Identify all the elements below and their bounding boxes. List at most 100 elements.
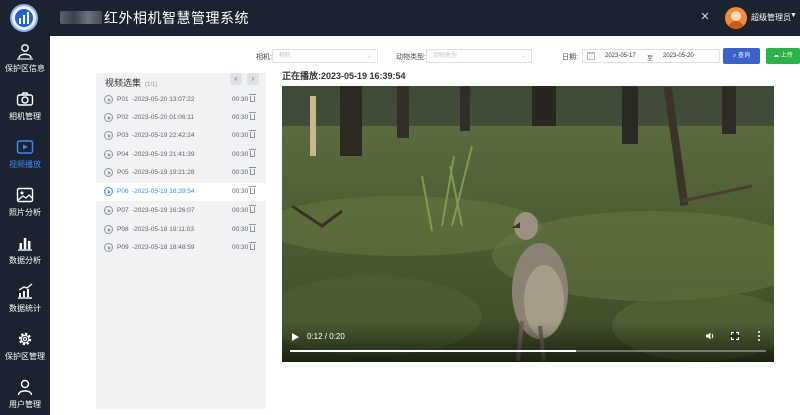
item-time: -2023-05-18 18:48:59 [132,244,195,251]
date-range-picker[interactable]: 2023-05-17 至 2023-05-20 [582,49,720,63]
sidebar-item-label: 数据统计 [9,304,41,313]
play-circle-icon [104,131,113,140]
trash-icon[interactable] [249,112,256,120]
item-code: P08 [117,226,129,233]
date-end[interactable]: 2023-05-20 [663,53,694,59]
chevron-down-icon: ⌄ [520,53,526,59]
item-code: P07 [117,207,129,214]
play-icon[interactable] [292,333,299,341]
item-code: P02 [117,114,129,121]
now-playing-title: 正在播放:2023-05-19 16:39:54 [282,71,406,81]
item-duration: 00:30 [232,226,249,233]
item-duration: 00:30 [232,151,249,158]
more-options-icon[interactable] [758,331,760,341]
item-time: -2023-05-19 16:39:54 [132,188,195,195]
playlist-item[interactable]: P07 -2023-05-19 16:26:07 00:30 [96,202,266,220]
user-avatar[interactable] [725,7,747,29]
sidebar-item-data-analysis[interactable]: 数据分析 [0,228,50,276]
sidebar-item-reserve-management[interactable]: 保护区管理 [0,324,50,372]
sidebar-item-video-playback[interactable]: 视频播放 [0,132,50,180]
playlist-item[interactable]: P03 -2023-05-19 22:42:24 00:30 [96,127,266,145]
sidebar-item-photo-analysis[interactable]: 照片分析 [0,180,50,228]
playlist-item[interactable]: P01 -2023-05-20 13:07:22 00:30 [96,91,266,109]
item-time: -2023-05-18 19:11:03 [132,226,195,233]
playlist-prev-button[interactable]: ‹ [230,73,242,85]
redacted-org-name [60,11,102,24]
playlist-item[interactable]: P02 -2023-05-20 01:06:11 00:30 [96,109,266,127]
item-code: P06 [117,188,129,195]
item-code: P03 [117,132,129,139]
fullscreen-icon[interactable] [730,331,740,341]
playlist-title: 视频选集 (1/1) [105,76,157,89]
playlist-title-text: 视频选集 [105,78,142,88]
playlist-item[interactable]: P09 -2023-05-18 18:48:59 00:30 [96,239,266,257]
sidebar: 保护区信息 相机管理 视频播放 照片分析 数据分析 数据统计 保护区管理 用户管… [0,36,50,415]
trash-icon[interactable] [249,186,256,194]
upload-button-label: 上传 [780,53,793,59]
sidebar-item-label: 照片分析 [9,208,41,217]
trash-icon[interactable] [249,205,256,213]
main-content: 相机: 相机 ⌄ 动物类型: 动物类型 ⌄ 日期: 2023-05-17 至 2… [50,36,800,415]
logo-mark-icon [15,9,33,27]
video-progress-bar[interactable] [290,350,766,352]
sidebar-item-label: 保护区管理 [5,352,45,361]
play-circle-icon [104,206,113,215]
animal-type-select[interactable]: 动物类型 ⌄ [426,49,532,63]
item-duration: 00:30 [232,114,249,121]
item-time: -2023-05-19 22:42:24 [132,132,195,139]
fullscreen-toggle-icon[interactable]: ✕ [699,11,711,23]
volume-icon[interactable] [705,331,715,341]
item-time: -2023-05-19 16:26:07 [132,207,195,214]
play-circle-icon [104,243,113,252]
playlist-item[interactable]: P04 -2023-05-19 21:41:39 00:30 [96,146,266,164]
video-frame-bird-in-forest [282,86,774,362]
trash-icon[interactable] [249,224,256,232]
trash-icon[interactable] [249,94,256,102]
animal-select-placeholder: 动物类型 [433,53,458,59]
date-start[interactable]: 2023-05-17 [605,53,636,59]
video-icon [16,140,34,154]
item-time: -2023-05-20 13:07:22 [132,96,195,103]
playlist-next-button[interactable]: › [247,73,259,85]
query-button[interactable]: ⌕ 查询 [723,48,760,64]
trash-icon[interactable] [249,242,256,250]
item-duration: 00:30 [232,96,249,103]
item-code: P04 [117,151,129,158]
video-controls: 0:12 / 0:20 [282,322,774,362]
sidebar-item-user-management[interactable]: 用户管理 [0,372,50,415]
trash-icon[interactable] [249,130,256,138]
gear-icon [18,332,32,346]
top-header: 红外相机智慧管理系统 ✕ 超级管理员 ▼ [0,0,800,36]
camera-select[interactable]: 相机 ⌄ [272,49,378,63]
sidebar-item-camera-management[interactable]: 相机管理 [0,84,50,132]
trash-icon[interactable] [249,167,256,175]
playlist-item[interactable]: P08 -2023-05-18 19:11:03 00:30 [96,221,266,239]
user-name[interactable]: 超级管理员 [751,12,791,23]
cloud-upload-icon: ☁ [773,53,780,59]
play-circle-icon [104,168,113,177]
play-circle-icon [104,113,113,122]
sidebar-item-reserve-info[interactable]: 保护区信息 [0,36,50,84]
item-duration: 00:30 [232,169,249,176]
trash-icon[interactable] [249,149,256,157]
playlist-item-active[interactable]: P06 -2023-05-19 16:39:54 00:30 [96,183,266,201]
caret-down-icon[interactable]: ▼ [790,12,797,19]
play-circle-icon [104,150,113,159]
video-player[interactable]: 0:12 / 0:20 [282,86,774,362]
video-progress-fill [290,350,576,352]
item-duration: 00:30 [232,244,249,251]
search-icon: ⌕ [732,53,737,59]
play-circle-icon [104,225,113,234]
date-filter-label: 日期: [562,54,578,61]
sidebar-item-data-statistics[interactable]: 数据统计 [0,276,50,324]
playlist-item[interactable]: P05 -2023-05-19 19:21:28 00:30 [96,164,266,182]
item-code: P09 [117,244,129,251]
app-logo[interactable] [10,4,38,32]
sidebar-item-label: 数据分析 [9,256,41,265]
upload-button[interactable]: ☁ 上传 [766,48,800,64]
playlist-count: (1/1) [145,82,158,88]
item-duration: 00:30 [232,207,249,214]
play-circle-icon [104,95,113,104]
app-title: 红外相机智慧管理系统 [104,10,249,26]
item-time: -2023-05-19 21:41:39 [132,151,195,158]
